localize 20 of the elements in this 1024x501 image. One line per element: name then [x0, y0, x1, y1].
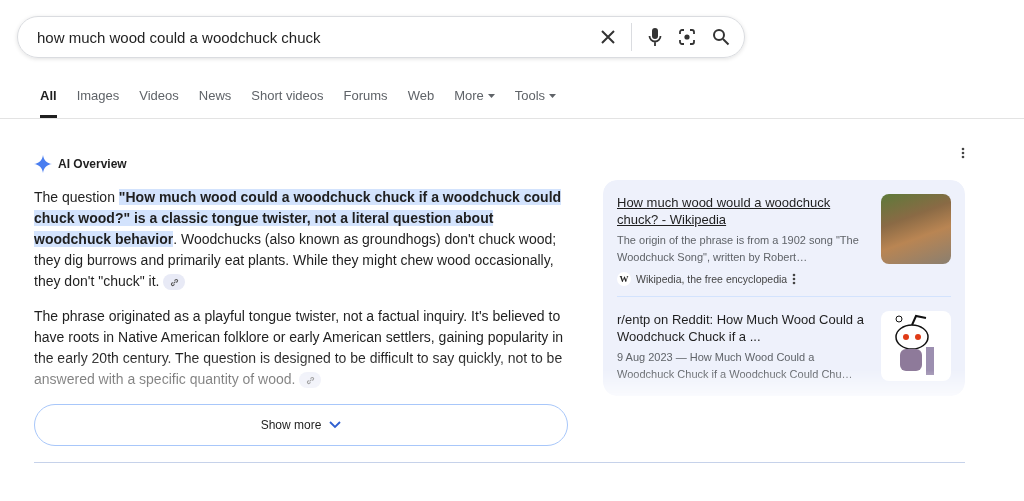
- overview-paragraph: The phrase originated as a playful tongue twister, not a factual inquiry. It's believed to have roots in Native American folklore or early American settlers, gaining popularity in the early 20th century. The question is designed to be difficult to say quickly, not to be answered with a specific quantity of wood.: [34, 307, 565, 390]
- site-logo: W: [617, 272, 631, 286]
- search-tab[interactable]: Short videos: [251, 88, 324, 118]
- source-snippet: The origin of the phrase is from a 1902 song "The Woodchuck Song", written by Robert…: [617, 233, 860, 265]
- search-tab[interactable]: Tools: [514, 88, 557, 118]
- search-tab[interactable]: Images: [76, 88, 120, 118]
- source-link[interactable]: How much wood would a woodchuck chuck? - Wikipedia: [617, 194, 871, 228]
- show-more-button[interactable]: Show more: [34, 404, 568, 446]
- section-title: AI Overview: [58, 157, 127, 171]
- site-name: Wikipedia, the free encyclopedia: [636, 273, 788, 285]
- search-tab[interactable]: Web: [407, 88, 435, 118]
- search-tab[interactable]: All: [40, 88, 57, 118]
- search-field[interactable]: how much wood could a woodchuck chuck: [35, 27, 583, 47]
- search-tab[interactable]: More: [454, 88, 495, 118]
- source-link[interactable]: r/entp on Reddit: How Much Wood Could a Woodchuck Chuck if a ...: [617, 311, 871, 345]
- overview-paragraph: The question "How much wood could a woodchuck chuck if a woodchuck could chuck wood?" is a classic tongue twister, not a literal question about woodchuck behavior. Woodchucks (also known as groundhogs) don't chuck wood; they dig burrows and primarily eat plants. While they might chew wood occasionally, they don't "chuck" it.: [34, 188, 563, 292]
- source-snippet: 9 Aug 2023 — How Much Wood Could a Woodchuck Chuck if a Woodchuck Could Chu…: [617, 350, 854, 382]
- search-tab[interactable]: Forums: [343, 88, 388, 118]
- search-tab[interactable]: Videos: [139, 88, 179, 118]
- search-tab[interactable]: News: [198, 88, 232, 118]
